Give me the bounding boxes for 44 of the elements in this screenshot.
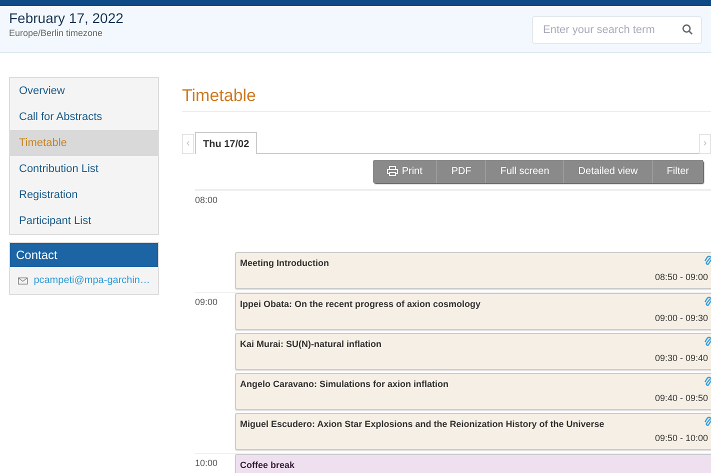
contribution-entry[interactable]: Miguel Escudero: Axion Star Explosions and the Reionization History of the Universe 09:50 - 10:00	[235, 412, 711, 450]
hour-label: 08:00	[195, 194, 218, 204]
day-tab[interactable]: Thu 17/02	[195, 132, 258, 154]
paperclip-icon[interactable]	[704, 254, 711, 266]
entry-title: Meeting Introduction	[240, 256, 329, 270]
paperclip-icon[interactable]	[704, 416, 711, 426]
break-entry[interactable]: Coffee break	[235, 454, 711, 473]
contact-heading: Contact	[10, 243, 158, 267]
contribution-entry[interactable]: Ippei Obata: On the recent progress of axion cosmology 09:00 - 09:30	[235, 292, 711, 330]
page-title: Timetable	[182, 83, 711, 112]
entry-time: 09:30 - 09:40	[654, 352, 708, 365]
hour-label: 09:00	[195, 296, 218, 306]
entry-time: 09:00 - 09:30	[654, 312, 708, 325]
search-icon	[682, 24, 693, 35]
sidebar-item[interactable]: Overview	[10, 78, 158, 104]
entry-title: Coffee break	[240, 458, 295, 472]
paperclip-icon[interactable]	[704, 376, 711, 386]
search-field[interactable]: Enter your search term	[532, 16, 702, 44]
entry-time: 09:40 - 09:50	[654, 392, 708, 405]
toolbar-button[interactable]: Filter	[652, 160, 703, 182]
sidebar-item[interactable]: Registration	[10, 182, 158, 208]
toolbar-button[interactable]: PDF	[436, 160, 486, 182]
contribution-entry[interactable]: Kai Murai: SU(N)-natural inflation 09:30 - 09:40	[235, 332, 711, 370]
timezone-label: Europe/Berlin timezone	[9, 26, 104, 40]
paperclip-icon[interactable]	[704, 336, 711, 346]
entry-time: 09:50 - 10:00	[654, 432, 708, 445]
sidebar-item[interactable]: Contribution List	[10, 156, 158, 182]
sidebar-item[interactable]: Participant List	[10, 208, 158, 234]
contribution-entry[interactable]: Meeting Introduction 08:50 - 09:00	[235, 252, 711, 288]
contribution-entry[interactable]: Angelo Caravano: Simulations for axion inflation 09:40 - 09:50	[235, 372, 711, 410]
sidebar-item[interactable]: Call for Abstracts	[10, 104, 158, 130]
printer-icon	[386, 166, 398, 176]
entry-title: Angelo Caravano: Simulations for axion inflation	[240, 378, 449, 391]
entry-title: Ippei Obata: On the recent progress of axion cosmology	[240, 298, 481, 311]
entry-title: Miguel Escudero: Axion Star Explosions and the Reionization History of the Universe	[240, 418, 604, 431]
toolbar-button[interactable]: Full screen	[485, 160, 564, 182]
toolbar-button[interactable]: Detailed view	[563, 160, 652, 182]
entry-title: Kai Murai: SU(N)-natural inflation	[240, 338, 382, 351]
paperclip-icon[interactable]	[704, 296, 711, 306]
entry-time: 08:50 - 09:00	[654, 271, 708, 284]
hour-label: 10:00	[195, 458, 218, 468]
event-date: February 17, 2022	[9, 10, 124, 27]
envelope-icon	[18, 276, 28, 286]
toolbar-button[interactable]: Print	[372, 160, 436, 182]
